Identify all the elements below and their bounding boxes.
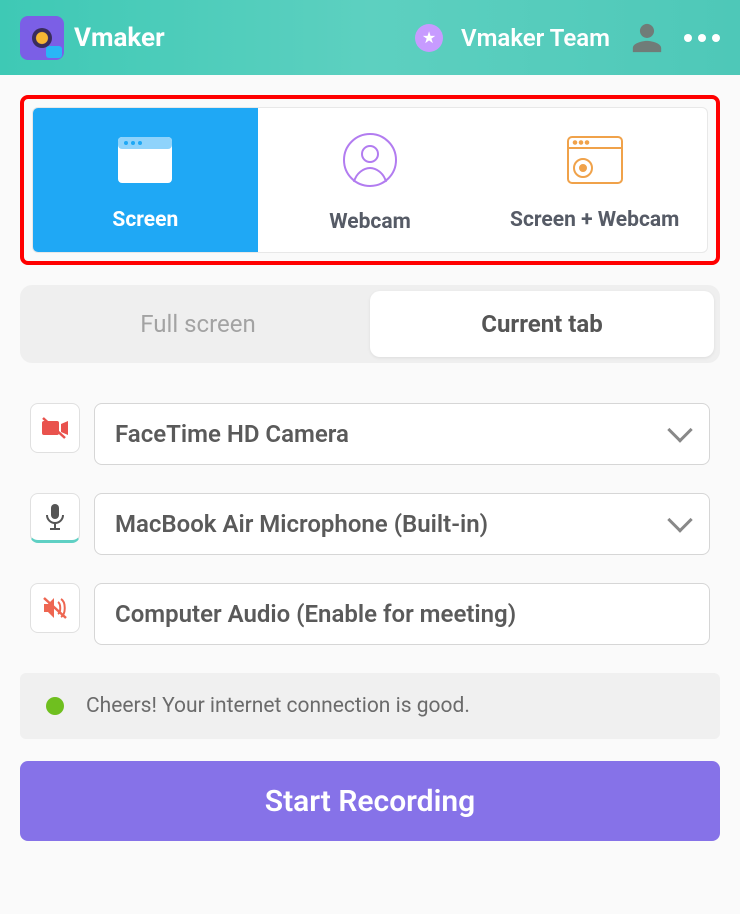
microphone-row: MacBook Air Microphone (Built-in) <box>20 493 720 555</box>
computer-audio-value: Computer Audio (Enable for meeting) <box>115 600 516 628</box>
app-logo-icon <box>20 16 64 60</box>
chevron-down-icon <box>667 507 692 532</box>
microphone-select-value: MacBook Air Microphone (Built-in) <box>115 510 488 538</box>
team-label[interactable]: Vmaker Team <box>461 24 610 52</box>
mode-tab-webcam-label: Webcam <box>329 210 411 234</box>
mode-tab-screen[interactable]: Screen <box>33 108 258 252</box>
computer-audio-row: Computer Audio (Enable for meeting) <box>20 583 720 645</box>
capture-current-tab-label: Current tab <box>481 310 602 338</box>
mode-tab-screen-webcam[interactable]: Screen + Webcam <box>482 108 707 252</box>
star-icon[interactable]: ★ <box>415 24 443 52</box>
header-actions: ★ Vmaker Team <box>415 19 720 57</box>
mode-tab-screen-label: Screen <box>112 208 178 232</box>
camera-row: FaceTime HD Camera <box>20 403 720 465</box>
start-recording-button[interactable]: Start Recording <box>20 761 720 841</box>
connection-status: Cheers! Your internet connection is good… <box>20 673 720 739</box>
status-ok-icon <box>46 697 64 715</box>
mode-selector-highlight: Screen Webcam <box>20 95 720 265</box>
mode-tabs: Screen Webcam <box>32 107 708 253</box>
camera-off-icon[interactable] <box>30 403 80 453</box>
speaker-off-icon[interactable] <box>30 583 80 633</box>
screen-icon <box>115 134 175 186</box>
status-message: Cheers! Your internet connection is good… <box>86 694 470 718</box>
more-menu-icon[interactable] <box>684 34 720 42</box>
mode-tab-webcam[interactable]: Webcam <box>258 108 483 252</box>
capture-option-fullscreen[interactable]: Full screen <box>26 291 370 357</box>
main-panel: Screen Webcam <box>0 75 740 861</box>
start-recording-label: Start Recording <box>265 784 475 819</box>
capture-fullscreen-label: Full screen <box>140 310 255 338</box>
webcam-icon <box>342 132 398 188</box>
computer-audio-select[interactable]: Computer Audio (Enable for meeting) <box>94 583 710 645</box>
chevron-down-icon <box>667 417 692 442</box>
mode-tab-screen-webcam-label: Screen + Webcam <box>510 208 679 232</box>
screen-webcam-icon <box>565 134 625 186</box>
header-brand: Vmaker <box>20 16 165 60</box>
capture-option-current-tab[interactable]: Current tab <box>370 291 714 357</box>
avatar-icon[interactable] <box>628 19 666 57</box>
camera-select-value: FaceTime HD Camera <box>115 420 349 448</box>
app-name: Vmaker <box>74 23 165 53</box>
app-header: Vmaker ★ Vmaker Team <box>0 0 740 75</box>
microphone-icon[interactable] <box>30 493 80 543</box>
camera-select[interactable]: FaceTime HD Camera <box>94 403 710 465</box>
capture-area-toggle: Full screen Current tab <box>20 285 720 363</box>
microphone-select[interactable]: MacBook Air Microphone (Built-in) <box>94 493 710 555</box>
